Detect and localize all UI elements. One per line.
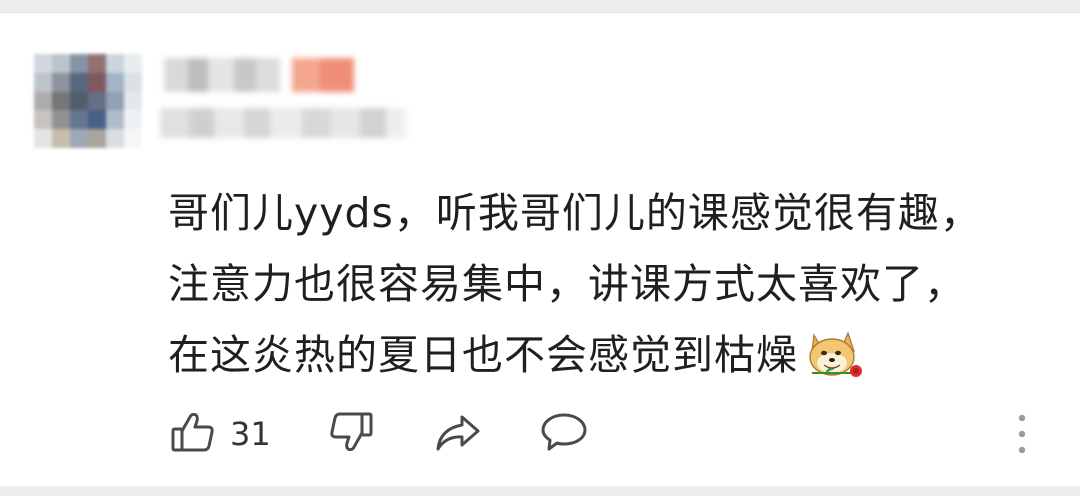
dislike-button[interactable] — [328, 410, 374, 458]
like-button[interactable]: 31 — [170, 410, 271, 458]
thumbs-up-icon — [170, 409, 216, 459]
comment-bubble-icon — [540, 409, 588, 459]
username-blurred[interactable] — [164, 58, 354, 92]
comment-line: 在这炎热的夏日也不会感觉到枯燥 — [168, 320, 1048, 391]
comment-line: 注意力也很容易集中，讲课方式太喜欢了， — [168, 260, 966, 308]
reply-button[interactable] — [540, 410, 588, 458]
more-vertical-icon — [1012, 414, 1032, 460]
comment-action-bar: 31 — [170, 410, 1040, 458]
share-button[interactable] — [434, 410, 482, 458]
avatar[interactable] — [34, 54, 142, 148]
share-icon — [434, 409, 482, 459]
top-divider — [0, 0, 1080, 13]
doge-rose-emoji — [804, 327, 864, 381]
comment-line: 哥们儿yyds，听我哥们儿的课感觉很有趣， — [168, 189, 982, 237]
bottom-divider — [0, 486, 1080, 496]
comment-line-text: 在这炎热的夏日也不会感觉到枯燥 — [168, 331, 798, 379]
comment-text: 哥们儿yyds，听我哥们儿的课感觉很有趣， 注意力也很容易集中，讲课方式太喜欢了… — [168, 178, 1048, 391]
comment-meta-blurred — [160, 108, 406, 138]
thumbs-down-icon — [328, 409, 374, 459]
more-options-button[interactable] — [1012, 412, 1032, 456]
like-count: 31 — [230, 415, 271, 453]
